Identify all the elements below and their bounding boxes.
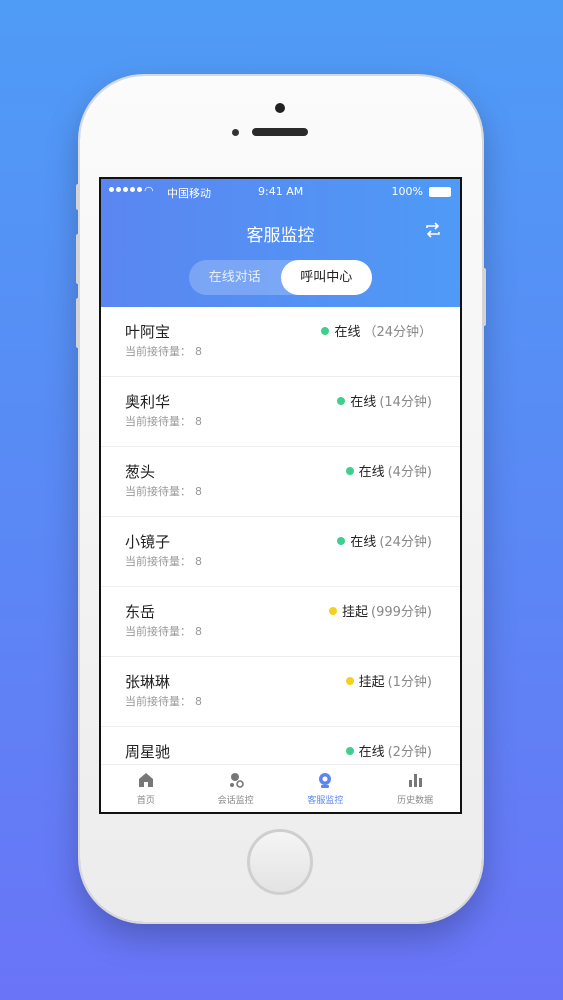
tab-label: 历史数据	[397, 796, 434, 806]
status-duration: (4分钟)	[387, 465, 432, 480]
table-row[interactable]: 小镜子当前接待量： 8 在线 (24分钟)	[101, 517, 460, 587]
status-label: 在线	[350, 395, 377, 410]
status-duration: (14分钟)	[379, 395, 432, 410]
status-dot-icon	[329, 606, 338, 615]
agent-list: 叶阿宝 当前接待量： 8 在线 （24分钟） 奥利华 当前接待量： 8 在线 (14分钟) 葱头 当前…	[101, 307, 460, 797]
tab-label: 首页	[136, 796, 155, 806]
proximity-sensor	[232, 129, 239, 136]
agent-name: 葱头	[125, 463, 156, 481]
status-dot-icon	[345, 746, 354, 755]
tab-label: 客服监控	[307, 796, 344, 806]
phone-screen: ◠ 中国移动 9:41 AM 100% 客服监控 在线对话 呼叫中心 叶阿宝当前…	[99, 177, 462, 814]
agent-name: 东岳	[125, 603, 156, 621]
agent-load-label: 当前接待量：	[125, 415, 191, 428]
status-duration: (2分钟)	[387, 745, 432, 760]
agent-load-label: 当前接待量：	[125, 695, 191, 708]
agent-load-label: 当前接待量：	[125, 345, 191, 358]
agent-load: 当前接待量： 8	[125, 553, 202, 569]
tab-home[interactable]: 首页	[101, 765, 191, 812]
agent-load-label: 当前接待量：	[125, 625, 191, 638]
segment-online-chat[interactable]: 在线对话	[189, 260, 281, 295]
table-row[interactable]: 奥利华当前接待量： 8 在线 (14分钟)	[101, 377, 460, 447]
tab-label: 会话监控	[217, 796, 254, 806]
agent-load-label: 当前接待量：	[125, 485, 191, 498]
agent-load: 当前接待量： 8	[125, 693, 202, 709]
agent-name: 奥利华	[125, 393, 171, 411]
carrier-name: 中国移动	[167, 187, 211, 200]
agent-name: 小镜子	[125, 533, 171, 551]
home-button[interactable]	[247, 829, 313, 895]
segmented-control: 在线对话 呼叫中心	[189, 260, 372, 295]
header-bar: ◠ 中国移动 9:41 AM 100% 客服监控 在线对话 呼叫中心	[101, 179, 460, 307]
mute-switch	[76, 184, 80, 210]
battery-icon	[429, 187, 451, 197]
tab-bar-chart[interactable]: 历史数据	[370, 765, 460, 812]
tab-bar: 首页 会话监控 客服监控 历史数据	[101, 764, 460, 812]
home-icon	[101, 771, 191, 793]
power-button	[482, 268, 486, 326]
agent-load-label: 当前接待量：	[125, 555, 191, 568]
status-bar: ◠ 中国移动 9:41 AM 100%	[101, 179, 460, 207]
phone-frame: ◠ 中国移动 9:41 AM 100% 客服监控 在线对话 呼叫中心 叶阿宝当前…	[76, 76, 486, 922]
status-label: 挂起	[342, 605, 369, 620]
status-dot-icon	[337, 536, 346, 545]
status-dot-icon	[345, 466, 354, 475]
status-label: 挂起	[358, 675, 385, 690]
segment-call-center[interactable]: 呼叫中心	[280, 260, 372, 295]
tab-agent-monitor[interactable]: 客服监控	[281, 765, 371, 812]
wifi-icon: ◠	[144, 184, 154, 197]
status-badge: 在线 （24分钟）	[321, 321, 432, 340]
switch-icon[interactable]	[424, 221, 442, 244]
status-badge: 挂起 (1分钟)	[345, 671, 432, 690]
status-dot-icon	[321, 326, 330, 335]
page-title: 客服监控	[246, 226, 315, 246]
status-label: 在线	[334, 325, 361, 340]
status-dot-icon	[345, 676, 354, 685]
status-dot-icon	[337, 396, 346, 405]
agent-name: 张琳琳	[125, 673, 171, 691]
agent-name: 周星驰	[125, 743, 171, 761]
agent-load-value: 8	[195, 415, 202, 428]
volume-up-button	[76, 234, 80, 284]
status-badge: 在线 (24分钟)	[337, 531, 432, 550]
agent-load: 当前接待量： 8	[125, 483, 202, 499]
front-camera	[275, 103, 285, 113]
table-row[interactable]: 东岳当前接待量： 8 挂起 (999分钟)	[101, 587, 460, 657]
status-badge: 在线 (2分钟)	[345, 741, 432, 760]
agent-load: 当前接待量： 8	[125, 343, 202, 359]
bar-chart-icon	[370, 771, 460, 793]
status-badge: 挂起 (999分钟)	[329, 601, 432, 620]
status-duration: (1分钟)	[387, 675, 432, 690]
agent-load: 当前接待量： 8	[125, 413, 202, 429]
chat-monitor-icon	[191, 771, 281, 793]
earpiece-speaker	[252, 128, 308, 136]
status-duration: (24分钟)	[379, 535, 432, 550]
agent-monitor-icon	[281, 771, 371, 793]
table-row[interactable]: 叶阿宝当前接待量： 8 在线 （24分钟）	[101, 307, 460, 377]
agent-load-value: 8	[195, 695, 202, 708]
volume-down-button	[76, 298, 80, 348]
agent-load: 当前接待量： 8	[125, 623, 202, 639]
status-badge: 在线 (4分钟)	[345, 461, 432, 480]
status-label: 在线	[358, 745, 385, 760]
table-row[interactable]: 葱头当前接待量： 8 在线 (4分钟)	[101, 447, 460, 517]
agent-name: 叶阿宝	[125, 323, 171, 341]
status-label: 在线	[358, 465, 385, 480]
status-duration: (999分钟)	[371, 605, 432, 620]
table-row[interactable]: 张琳琳当前接待量： 8 挂起 (1分钟)	[101, 657, 460, 727]
agent-load-value: 8	[195, 555, 202, 568]
agent-load-value: 8	[195, 485, 202, 498]
battery-percent: 100%	[391, 185, 423, 198]
status-label: 在线	[350, 535, 377, 550]
status-duration: （24分钟）	[363, 325, 432, 340]
tab-chat-monitor[interactable]: 会话监控	[191, 765, 281, 812]
status-time: 9:41 AM	[258, 185, 304, 198]
status-badge: 在线 (14分钟)	[337, 391, 432, 410]
signal-icon	[109, 187, 142, 192]
agent-load-value: 8	[195, 345, 202, 358]
agent-load-value: 8	[195, 625, 202, 638]
